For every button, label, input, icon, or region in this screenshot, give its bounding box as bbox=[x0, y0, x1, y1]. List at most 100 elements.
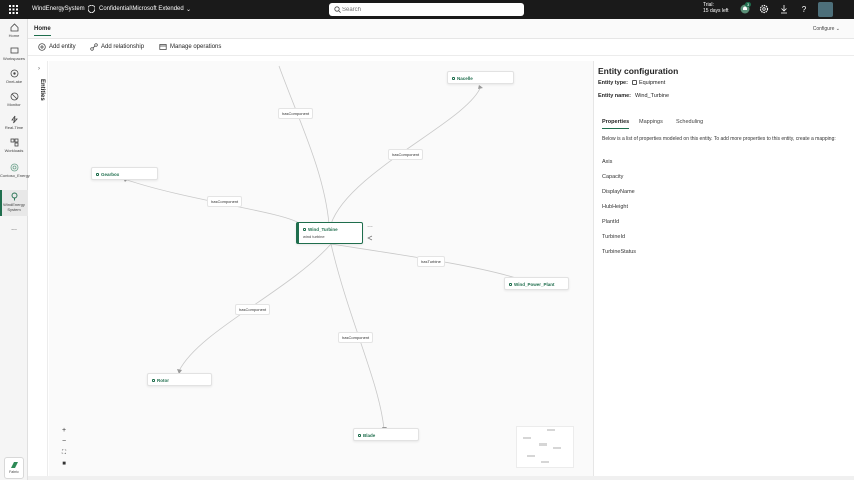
rail-item-realtime[interactable]: Real-Time bbox=[0, 115, 28, 130]
rail-label: WindEnergy System bbox=[3, 202, 25, 212]
rail-item-windenergy-system[interactable]: WindEnergy System bbox=[0, 190, 28, 216]
rail-label: OneLake bbox=[5, 79, 23, 84]
property-item[interactable]: TurbineId bbox=[602, 234, 625, 240]
rail-label: Workloads bbox=[4, 148, 24, 153]
entity-node-gearbox[interactable]: Gearbox bbox=[91, 167, 158, 180]
edge-label-gearbox[interactable]: hasComponent bbox=[207, 196, 243, 207]
entity-node-rotor[interactable]: Rotor bbox=[147, 373, 212, 386]
workspaces-icon bbox=[10, 47, 18, 54]
bottom-scrollbar[interactable] bbox=[28, 476, 854, 480]
edge-label-blade[interactable]: hasComponent bbox=[338, 332, 374, 343]
settings-icon[interactable] bbox=[759, 4, 769, 14]
node-link-icon[interactable] bbox=[367, 235, 373, 241]
manage-operations-button[interactable]: Manage operations bbox=[159, 43, 221, 51]
property-item[interactable]: PlantId bbox=[602, 219, 619, 225]
node-label: Rotor bbox=[157, 378, 169, 383]
windenergy-icon bbox=[11, 192, 17, 201]
search-box[interactable] bbox=[329, 3, 524, 16]
fabric-switcher[interactable]: Fabric bbox=[4, 457, 24, 479]
node-label: Wind_Power_Plant bbox=[514, 282, 555, 287]
sensitivity-label[interactable]: Confidential\Microsoft Extended bbox=[99, 6, 184, 12]
entity-type-value: Equipment bbox=[638, 80, 666, 86]
configure-label: Configure bbox=[812, 26, 835, 32]
entity-graph-canvas[interactable]: hasComponent hasComponent hasComponent h… bbox=[49, 61, 593, 476]
lock-button[interactable]: ■ bbox=[59, 459, 69, 469]
node-label: Gearbox bbox=[101, 172, 120, 177]
relationship-edges bbox=[123, 65, 522, 431]
sensitivity-icon bbox=[88, 5, 95, 13]
fabric-icon bbox=[10, 462, 18, 468]
property-item[interactable]: Axis bbox=[602, 159, 612, 165]
entity-icon bbox=[358, 434, 361, 438]
entity-icon bbox=[152, 379, 155, 383]
rail-label: Home bbox=[8, 33, 20, 38]
more-icon: ... bbox=[11, 225, 17, 232]
zoom-in-button[interactable]: + bbox=[59, 426, 69, 436]
expand-pane-icon[interactable]: › bbox=[38, 66, 40, 72]
entity-node-wind-power-plant[interactable]: Wind_Power_Plant bbox=[504, 277, 569, 290]
property-item[interactable]: HubHeight bbox=[602, 204, 628, 210]
entity-node-wind-turbine[interactable]: Wind_Turbine wind turbine bbox=[296, 222, 363, 244]
app-launcher-icon[interactable] bbox=[9, 5, 18, 14]
rail-label: Workspaces bbox=[3, 56, 25, 61]
entity-name-value: Wind_Turbine bbox=[635, 93, 670, 99]
manage-operations-icon bbox=[159, 44, 167, 50]
rail-item-contoso-energy[interactable]: Contoso_Energy bbox=[0, 163, 30, 178]
add-entity-label: Add entity bbox=[49, 44, 76, 50]
entity-node-nacelle[interactable]: Nacelle bbox=[447, 71, 514, 84]
rail-item-onelake[interactable]: OneLake bbox=[0, 69, 28, 84]
search-input[interactable] bbox=[342, 4, 517, 15]
notification-count-badge: 3 bbox=[745, 2, 752, 7]
tab-home[interactable]: Home bbox=[34, 26, 51, 36]
entity-icon bbox=[509, 283, 512, 287]
tab-mappings[interactable]: Mappings bbox=[639, 119, 663, 125]
node-more-icon[interactable]: … bbox=[367, 223, 373, 229]
rail-item-workloads[interactable]: Workloads bbox=[0, 138, 28, 153]
panel-title: Entity configuration bbox=[598, 66, 679, 76]
add-entity-button[interactable]: Add entity bbox=[38, 43, 76, 51]
zoom-controls: + − ⛶ ■ bbox=[59, 426, 71, 470]
realtime-icon bbox=[10, 115, 18, 124]
trial-status[interactable]: Trial: 15 days left bbox=[703, 2, 729, 14]
configure-dropdown[interactable]: Configure ⌄ bbox=[813, 26, 840, 32]
property-item[interactable]: DisplayName bbox=[602, 189, 635, 195]
property-item[interactable]: TurbineStatus bbox=[602, 249, 636, 255]
property-item[interactable]: Capacity bbox=[602, 174, 623, 180]
zoom-out-button[interactable]: − bbox=[59, 437, 69, 447]
chevron-down-icon[interactable]: ⌄ bbox=[186, 6, 191, 13]
edge-label-nacelle[interactable]: hasComponent bbox=[388, 149, 424, 160]
add-entity-icon bbox=[38, 43, 46, 51]
edge-label-top[interactable]: hasComponent bbox=[278, 108, 314, 119]
edge-label-plant[interactable]: hasTurbine bbox=[417, 256, 445, 267]
add-relationship-label: Add relationship bbox=[101, 44, 145, 50]
entities-pane-collapsed[interactable]: › Entities bbox=[33, 61, 48, 476]
help-icon[interactable]: ? bbox=[799, 4, 809, 14]
rail-item-monitor[interactable]: Monitor bbox=[0, 92, 28, 107]
entity-node-blade[interactable]: Blade bbox=[353, 428, 419, 441]
rail-label: Contoso_Energy bbox=[0, 173, 30, 178]
rail-label: Real-Time bbox=[4, 125, 24, 130]
rail-item-more[interactable]: ... bbox=[0, 225, 28, 232]
tab-scheduling[interactable]: Scheduling bbox=[676, 119, 703, 125]
minimap[interactable] bbox=[516, 426, 574, 468]
rail-item-workspaces[interactable]: Workspaces bbox=[0, 46, 28, 61]
download-icon[interactable] bbox=[779, 4, 789, 14]
fit-view-button[interactable]: ⛶ bbox=[59, 448, 69, 458]
edge-top-line bbox=[278, 65, 330, 225]
minimap-graph bbox=[523, 429, 561, 463]
tab-properties[interactable]: Properties bbox=[602, 119, 630, 129]
entity-type-row: Entity type: Equipment bbox=[598, 80, 665, 86]
manage-operations-label: Manage operations bbox=[170, 44, 222, 50]
trial-days-left: 15 days left bbox=[703, 8, 729, 14]
edge-label-rotor[interactable]: hasComponent bbox=[235, 304, 271, 315]
node-label: Nacelle bbox=[457, 76, 473, 81]
avatar[interactable] bbox=[818, 2, 833, 17]
add-relationship-button[interactable]: Add relationship bbox=[90, 43, 144, 51]
rail-item-home[interactable]: Home bbox=[0, 23, 28, 38]
node-label: Blade bbox=[363, 433, 376, 438]
workspace-name[interactable]: WindEnergySystem bbox=[32, 6, 85, 12]
add-relationship-icon bbox=[90, 43, 98, 51]
onelake-icon bbox=[10, 69, 18, 78]
entity-type-label: Entity type: bbox=[598, 80, 628, 86]
svg-text:?: ? bbox=[802, 5, 807, 14]
